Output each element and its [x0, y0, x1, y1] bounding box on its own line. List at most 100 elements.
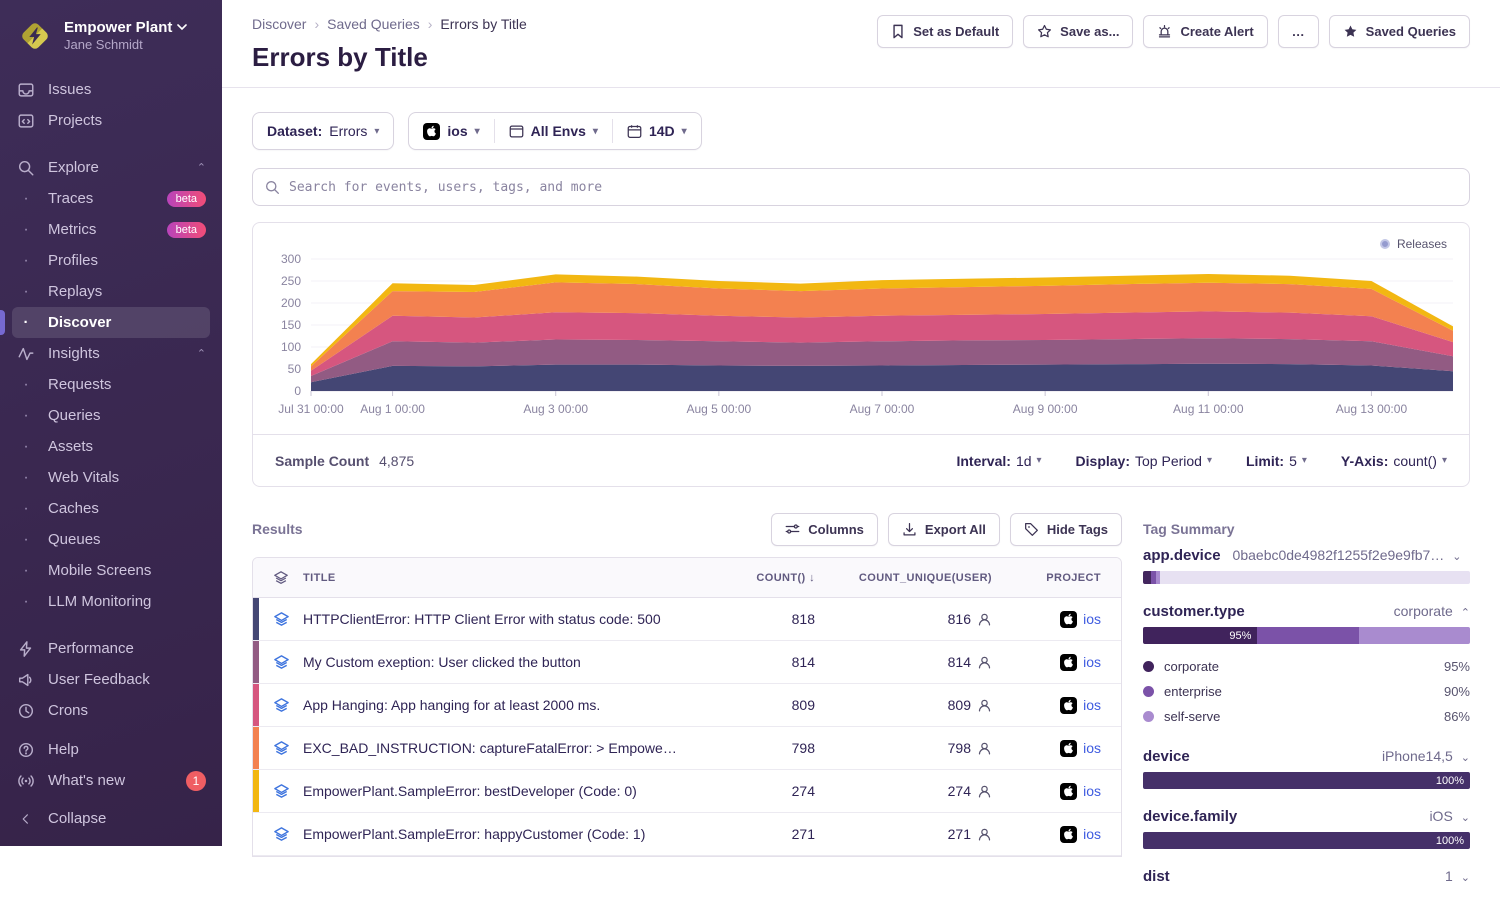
breadcrumb-saved-queries[interactable]: Saved Queries [327, 16, 420, 32]
org-switcher[interactable]: Empower Plant Jane Schmidt [0, 14, 222, 58]
projects-icon [16, 112, 36, 130]
chevron-icon: ⌄ [1461, 751, 1470, 764]
sidebar-item-requests[interactable]: ·Requests [0, 369, 222, 400]
saved-queries-button[interactable]: Saved Queries [1329, 15, 1470, 48]
sidebar-item-help[interactable]: Help [0, 734, 222, 765]
save-as-button[interactable]: Save as... [1023, 15, 1133, 48]
sidebar-item-issues[interactable]: Issues [0, 74, 222, 105]
apple-icon [1060, 654, 1077, 671]
user-icon [977, 698, 992, 713]
col-count[interactable]: COUNT() ↓ [691, 572, 821, 584]
sidebar-item-whats-new[interactable]: What's new 1 [0, 765, 222, 796]
stack-trace-icon[interactable] [259, 740, 303, 757]
sidebar-item-user-feedback[interactable]: User Feedback [0, 664, 222, 695]
columns-button[interactable]: Columns [771, 513, 878, 546]
sidebar-section-explore[interactable]: Explore ⌃ [0, 152, 222, 183]
environment-filter[interactable]: All Envs ▾ [495, 113, 612, 149]
project-link[interactable]: ios [1083, 611, 1101, 627]
breadcrumb-discover[interactable]: Discover [252, 16, 306, 32]
sidebar-item-caches[interactable]: ·Caches [0, 493, 222, 524]
chart-control-limit[interactable]: Limit: 5▾ [1246, 453, 1307, 469]
stack-trace-icon[interactable] [259, 611, 303, 628]
tag-section-header[interactable]: app.device0baebc0de4982f1255f2e9e9fb7…⌄ [1143, 547, 1470, 564]
date-range-filter[interactable]: 14D ▾ [613, 113, 701, 149]
sidebar-item-profiles[interactable]: ·Profiles [0, 245, 222, 276]
project-link[interactable]: ios [1083, 783, 1101, 799]
tag-section-header[interactable]: dist1⌄ [1143, 868, 1470, 885]
chart-control-display[interactable]: Display: Top Period▾ [1076, 453, 1212, 469]
sidebar-item-assets[interactable]: ·Assets [0, 431, 222, 462]
col-count-unique[interactable]: COUNT_UNIQUE(USER) [821, 572, 1006, 584]
col-title[interactable]: TITLE [303, 572, 691, 584]
project-link[interactable]: ios [1083, 740, 1101, 756]
error-title-link[interactable]: HTTPClientError: HTTP Client Error with … [303, 611, 691, 627]
error-title-link[interactable]: EmpowerPlant.SampleError: happyCustomer … [303, 826, 691, 842]
sidebar-item-projects[interactable]: Projects [0, 105, 222, 136]
chart-control-interval[interactable]: Interval: 1d▾ [956, 453, 1041, 469]
org-name: Empower Plant [64, 19, 172, 36]
col-project[interactable]: PROJECT [1006, 572, 1121, 584]
project-link[interactable]: ios [1083, 826, 1101, 842]
chevron-left-icon [16, 812, 36, 826]
hide-tags-button[interactable]: Hide Tags [1010, 513, 1122, 546]
dataset-selector[interactable]: Dataset: Errors ▾ [252, 112, 394, 150]
stack-trace-icon[interactable] [259, 697, 303, 714]
tag-value-row[interactable]: self-serve86% [1143, 704, 1470, 729]
sidebar-item-web-vitals[interactable]: ·Web Vitals [0, 462, 222, 493]
sidebar-item-traces[interactable]: ·Traces beta [0, 183, 222, 214]
error-title-link[interactable]: EXC_BAD_INSTRUCTION: captureFatalError: … [303, 740, 691, 756]
more-options-button[interactable]: … [1278, 15, 1319, 48]
chevron-up-icon: ⌃ [197, 161, 206, 174]
error-title-link[interactable]: My Custom exeption: User clicked the but… [303, 654, 691, 670]
stack-trace-icon[interactable] [259, 654, 303, 671]
tag-color-dot [1143, 661, 1154, 672]
sidebar-item-mobile-screens[interactable]: ·Mobile Screens [0, 555, 222, 586]
releases-legend-toggle[interactable]: Releases [1380, 237, 1447, 251]
sidebar-item-replays[interactable]: ·Replays [0, 276, 222, 307]
tag-section-header[interactable]: deviceiPhone14,5⌄ [1143, 748, 1470, 765]
sidebar-section-insights[interactable]: Insights ⌃ [0, 338, 222, 369]
tag-section-header[interactable]: customer.typecorporate⌃ [1143, 603, 1470, 620]
error-title-link[interactable]: EmpowerPlant.SampleError: bestDeveloper … [303, 783, 691, 799]
issues-icon [16, 81, 36, 99]
sidebar-item-queues[interactable]: ·Queues [0, 524, 222, 555]
stack-trace-icon[interactable] [259, 783, 303, 800]
explore-search-icon [16, 159, 36, 177]
sidebar-item-performance[interactable]: Performance [0, 633, 222, 664]
chevron-down-icon: ▾ [1302, 455, 1307, 466]
tag-color-dot [1143, 686, 1154, 697]
sidebar-collapse-button[interactable]: Collapse [0, 803, 222, 834]
user-name: Jane Schmidt [64, 38, 187, 53]
sidebar-item-queries[interactable]: ·Queries [0, 400, 222, 431]
tag-value-row[interactable]: corporate95% [1143, 654, 1470, 679]
sidebar-item-discover[interactable]: ·Discover [0, 307, 222, 338]
error-title-link[interactable]: App Hanging: App hanging for at least 20… [303, 697, 691, 713]
download-icon [902, 522, 917, 537]
project-filter[interactable]: ios ▾ [409, 113, 493, 149]
svg-text:Aug 9 00:00: Aug 9 00:00 [1013, 402, 1078, 416]
sidebar-item-crons[interactable]: Crons [0, 695, 222, 726]
sidebar-nav: Issues Projects Explore ⌃ ·Traces beta ·… [0, 74, 222, 796]
tag-color-dot [1143, 711, 1154, 722]
sidebar-item-llm-monitoring[interactable]: ·LLM Monitoring [0, 586, 222, 617]
chart-control-y-axis[interactable]: Y-Axis: count()▾ [1341, 453, 1447, 469]
project-link[interactable]: ios [1083, 654, 1101, 670]
sample-count: Sample Count4,875 [275, 453, 414, 469]
project-link[interactable]: ios [1083, 697, 1101, 713]
tag-section-dist: dist1⌄ [1143, 868, 1470, 885]
user-icon [977, 741, 992, 756]
create-alert-button[interactable]: Create Alert [1143, 15, 1267, 48]
tag-icon [1024, 522, 1039, 537]
svg-text:Aug 3 00:00: Aug 3 00:00 [523, 402, 588, 416]
tag-section-header[interactable]: device.familyiOS⌄ [1143, 808, 1470, 825]
chevron-down-icon: ▾ [1037, 455, 1042, 466]
svg-text:Aug 5 00:00: Aug 5 00:00 [686, 402, 751, 416]
export-all-button[interactable]: Export All [888, 513, 1000, 546]
set-as-default-button[interactable]: Set as Default [877, 15, 1013, 48]
releases-dot-icon [1380, 239, 1390, 249]
search-input[interactable] [289, 180, 1457, 195]
tag-value-row[interactable]: enterprise90% [1143, 679, 1470, 704]
sliders-icon [785, 522, 800, 536]
sidebar-item-metrics[interactable]: ·Metrics beta [0, 214, 222, 245]
stack-trace-icon[interactable] [259, 826, 303, 843]
